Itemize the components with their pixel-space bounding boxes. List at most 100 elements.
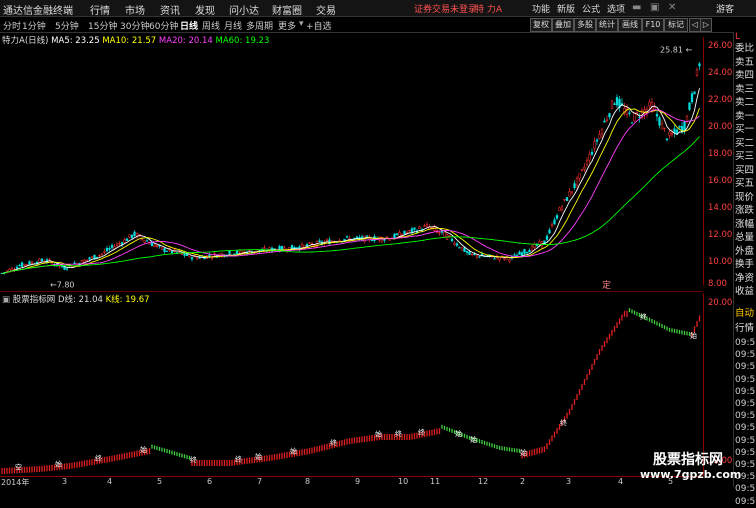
trade-time: 09:51 — [735, 350, 756, 361]
menu-news[interactable]: 资讯 — [160, 2, 180, 17]
signal-label: 终 — [395, 429, 402, 438]
candle-body — [630, 122, 634, 124]
candle-body — [568, 191, 571, 197]
nav-right-button[interactable]: ▷ — [700, 18, 712, 32]
trade-time: 09:51 — [735, 447, 756, 458]
menu-discover[interactable]: 发现 — [195, 2, 215, 17]
date-label: 10 — [398, 477, 409, 486]
price-tick: 22.00 — [708, 95, 733, 105]
window-restore-icon[interactable]: ▣ — [650, 2, 659, 13]
candle-body — [605, 119, 609, 122]
candle-body — [660, 123, 664, 130]
candle-body — [628, 112, 631, 114]
candle-body — [670, 133, 674, 135]
window-close-icon[interactable]: ✕ — [668, 2, 676, 13]
candle-body — [570, 191, 574, 193]
tf-1min[interactable]: 1分钟 — [22, 19, 46, 32]
candle-body — [455, 243, 459, 246]
marker-label: 定 — [602, 279, 611, 290]
candle-body — [663, 127, 666, 129]
quote-row-label: 买四 — [735, 164, 755, 176]
quote-row-label: 买一 — [735, 124, 755, 135]
candle-body — [228, 250, 231, 254]
tf-more[interactable]: 更多 — [278, 19, 296, 32]
candle-body — [408, 230, 411, 232]
more-arrow-icon[interactable]: ▾ — [299, 19, 304, 29]
overlay-button[interactable]: 叠加 — [552, 18, 574, 32]
candle-body — [410, 228, 414, 233]
candle-body — [613, 103, 616, 105]
trend-label[interactable]: 行情 — [735, 322, 756, 335]
candle-body — [468, 251, 471, 255]
tf-5min[interactable]: 5分钟 — [55, 19, 79, 32]
candle-body — [438, 232, 441, 234]
tf-daily[interactable]: 日线 — [180, 19, 198, 32]
mark-button[interactable]: 标记 — [664, 18, 688, 32]
candle-body — [585, 160, 589, 165]
candle-body — [545, 235, 549, 240]
candle-body — [475, 255, 479, 258]
candle-body — [565, 197, 569, 201]
menu-functions[interactable]: 功能 — [532, 2, 550, 15]
tf-intraday[interactable]: 分时 — [3, 19, 21, 32]
trade-time: 09:51 — [735, 411, 756, 422]
candle-body — [503, 258, 506, 260]
tf-weekly[interactable]: 周线 — [202, 19, 220, 32]
menu-ask-xiaoda[interactable]: 问小达 — [229, 2, 259, 17]
menu-options[interactable]: 选项 — [607, 2, 625, 15]
candle-body — [180, 253, 184, 256]
tf-multi-period[interactable]: 多周期 — [246, 19, 273, 32]
quote-row-label: 外盘 — [735, 245, 755, 257]
candle-body — [598, 134, 601, 139]
tf-monthly[interactable]: 月线 — [224, 19, 242, 32]
menu-new-version[interactable]: 新版 — [557, 2, 575, 15]
statistics-button[interactable]: 统计 — [596, 18, 618, 32]
candlestick-chart[interactable]: 25.81 ← ←7.80 定 — [0, 42, 703, 290]
candle-body — [300, 244, 304, 249]
tf-15min[interactable]: 15分钟 — [88, 19, 117, 32]
candle-body — [395, 233, 399, 236]
candle-body — [665, 138, 669, 141]
adjust-button[interactable]: 复权 — [530, 18, 552, 32]
draw-line-button[interactable]: 画线 — [618, 18, 642, 32]
signal-label: 始 — [690, 331, 697, 340]
login-warning[interactable]: 证券交易未登录 — [414, 2, 477, 15]
moving-average-line — [1, 136, 700, 275]
candle-body — [590, 151, 594, 155]
quote-row-label: 换手 — [735, 259, 755, 270]
candle-body — [593, 141, 596, 149]
candle-body — [365, 235, 369, 237]
menu-market[interactable]: 市场 — [125, 2, 145, 17]
candle-body — [235, 250, 239, 254]
auto-label[interactable]: 自动 — [735, 307, 756, 320]
menu-formula[interactable]: 公式 — [582, 2, 600, 15]
candle-body — [465, 250, 469, 253]
candle-body — [18, 265, 21, 267]
menu-trade[interactable]: 交易 — [316, 2, 336, 17]
candle-body — [88, 257, 91, 260]
candle-body — [290, 244, 294, 250]
quote-row-label: 买三 — [735, 151, 755, 162]
candle-body — [588, 154, 591, 161]
window-minimize-icon[interactable]: ▬ — [632, 2, 641, 13]
menu-market-quotes[interactable]: 行情 — [90, 2, 110, 17]
candle-body — [458, 247, 461, 249]
candle-body — [108, 247, 111, 250]
candle-body — [450, 238, 454, 242]
signal-label: 始 — [520, 448, 527, 457]
candle-body — [533, 244, 536, 249]
signal-label: 始 — [290, 447, 297, 456]
menu-wealth-circle[interactable]: 财富圈 — [272, 2, 302, 17]
indicator-chart[interactable]: 空始终始终终始始终始终终始始始终终始 — [0, 298, 703, 476]
tf-30min[interactable]: 30分钟 — [120, 19, 149, 32]
f10-button[interactable]: F10 — [642, 18, 664, 32]
multi-stock-button[interactable]: 多股 — [574, 18, 596, 32]
price-tick: 16.00 — [708, 176, 733, 186]
candle-body — [105, 248, 109, 252]
candle-body — [518, 251, 521, 255]
add-watchlist-button[interactable]: +自选 — [306, 19, 332, 32]
quote-row-label: 现价 — [735, 191, 755, 203]
tf-60min[interactable]: 60分钟 — [149, 19, 178, 32]
user-label[interactable]: 游客 — [716, 2, 734, 15]
date-label: 7 — [257, 477, 263, 486]
